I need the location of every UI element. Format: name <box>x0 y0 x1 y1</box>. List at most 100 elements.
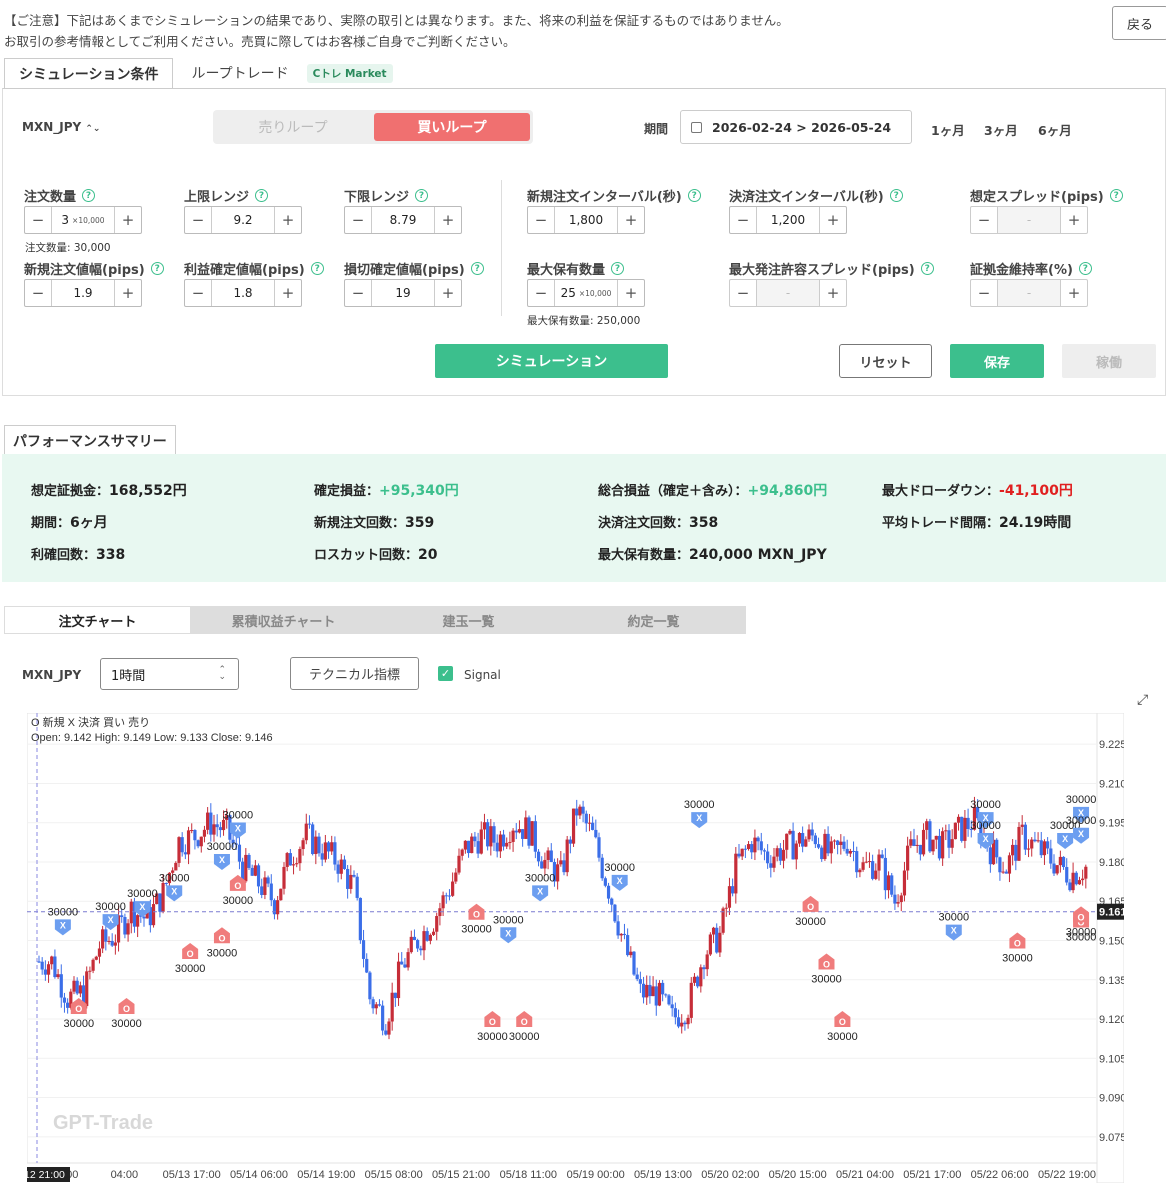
increment-button[interactable]: + <box>1061 207 1087 233</box>
timeframe-select[interactable]: 1時間 ⌃ ⌄ <box>100 658 239 690</box>
back-button[interactable]: 戻る <box>1112 6 1166 40</box>
decrement-button[interactable]: − <box>971 280 997 306</box>
tab-simulation-conditions[interactable]: シミュレーション条件 <box>4 58 174 88</box>
signal-qty: 30000 <box>827 1031 858 1043</box>
signal-qty: 30000 <box>811 973 842 985</box>
candle-body <box>129 901 133 924</box>
tab-order-chart[interactable]: 注文チャート <box>4 606 191 634</box>
increment-button[interactable]: + <box>115 280 141 306</box>
order-qty-value[interactable]: 3 ×10,000 <box>51 207 115 233</box>
candle-body <box>912 839 916 846</box>
help-icon[interactable]: ? <box>82 189 96 202</box>
candle-body <box>282 866 286 889</box>
increment-button[interactable]: + <box>115 207 141 233</box>
increment-button[interactable]: + <box>435 280 461 306</box>
help-icon[interactable]: ? <box>889 189 903 202</box>
candle-body <box>91 959 95 971</box>
decrement-button[interactable]: − <box>25 207 51 233</box>
crosshair-time-label: 12 21:00 <box>27 1169 65 1181</box>
technical-indicators-button[interactable]: テクニカル指標 <box>290 657 419 690</box>
upper-range-value[interactable]: 9.2 <box>211 207 275 233</box>
help-icon[interactable]: ? <box>611 262 625 275</box>
save-button[interactable]: 保存 <box>950 344 1044 378</box>
increment-button[interactable]: + <box>820 207 846 233</box>
spread-label: 想定スプレッド(pips)? <box>970 186 1123 205</box>
candle-body <box>482 822 487 830</box>
decrement-button[interactable]: − <box>971 207 997 233</box>
decrement-button[interactable]: − <box>25 280 51 306</box>
new-interval-value[interactable]: 1,800 <box>554 207 618 233</box>
decrement-button[interactable]: − <box>185 207 211 233</box>
decrement-button[interactable]: − <box>528 280 554 306</box>
help-icon[interactable]: ? <box>920 262 934 275</box>
profit-width-value[interactable]: 1.8 <box>211 280 275 306</box>
order-qty-stepper: − 3 ×10,000 + <box>24 206 142 234</box>
increment-button[interactable]: + <box>275 280 301 306</box>
signal-kind: O <box>521 1017 528 1027</box>
candlestick-chart[interactable]: 9.2259.2109.1959.1809.1659.1509.1359.120… <box>22 712 1127 1184</box>
candle-body <box>762 850 767 852</box>
help-icon[interactable]: ? <box>1078 262 1092 275</box>
candle-body <box>896 902 900 904</box>
tab-positions[interactable]: 建玉一覧 <box>376 606 561 634</box>
max-hold-value[interactable]: 25 ×10,000 <box>554 280 618 306</box>
decrement-button[interactable]: − <box>730 207 756 233</box>
signal-kind: X <box>219 855 225 865</box>
increment-button[interactable]: + <box>1061 280 1087 306</box>
candle-body <box>244 854 248 882</box>
new-width-value[interactable]: 1.9 <box>51 280 115 306</box>
help-icon[interactable]: ? <box>687 189 701 202</box>
help-icon[interactable]: ? <box>470 262 484 275</box>
candle-body <box>174 862 178 871</box>
help-icon[interactable]: ? <box>310 262 324 275</box>
increment-button[interactable]: + <box>820 280 846 306</box>
help-icon[interactable]: ? <box>255 189 269 202</box>
sell-loop-button[interactable]: 売りループ <box>213 110 373 144</box>
candle-body <box>781 849 786 861</box>
candle-body <box>320 853 324 860</box>
order-chart[interactable]: 9.225 9.210 9.195 9.180 9.165 9.150 9.135 9.120… <box>22 712 1127 1184</box>
increment-button[interactable]: + <box>275 207 301 233</box>
expand-icon[interactable]: ⤢ <box>1137 692 1148 708</box>
pair-selector[interactable]: MXN_JPY ⌃⌄ <box>22 120 100 134</box>
close-interval-value[interactable]: 1,200 <box>756 207 820 233</box>
help-icon[interactable]: ? <box>1109 189 1123 202</box>
candle-body <box>333 842 337 865</box>
signal-kind: O <box>489 1017 496 1027</box>
decrement-button[interactable]: − <box>528 207 554 233</box>
date-range-picker[interactable]: 2026-02-24 > 2026-05-24 <box>680 110 912 144</box>
performance-summary-tab[interactable]: パフォーマンスサマリー <box>4 425 176 455</box>
tab-executions[interactable]: 約定一覧 <box>561 606 746 634</box>
help-icon[interactable]: ? <box>415 189 429 202</box>
decrement-button[interactable]: − <box>730 280 756 306</box>
run-button[interactable]: 稼働 <box>1062 344 1156 378</box>
signal-kind: O <box>473 910 480 920</box>
candle-body <box>785 833 789 850</box>
range-3m[interactable]: 3ヶ月 <box>984 120 1018 139</box>
increment-button[interactable]: + <box>618 280 644 306</box>
buy-loop-button[interactable]: 買いループ <box>374 113 530 141</box>
candle-body <box>1077 880 1082 885</box>
range-1m[interactable]: 1ヶ月 <box>931 120 965 139</box>
range-6m[interactable]: 6ヶ月 <box>1038 120 1072 139</box>
help-icon[interactable]: ? <box>150 262 164 275</box>
signal-checkbox[interactable]: ✓ <box>438 666 453 681</box>
lower-range-value[interactable]: 8.79 <box>371 207 435 233</box>
reset-button[interactable]: リセット <box>839 344 932 378</box>
increment-button[interactable]: + <box>618 207 644 233</box>
top-tabs: シミュレーション条件 ループトレード Cトレ Market <box>4 58 393 88</box>
candle-body <box>1030 839 1034 849</box>
candle-body <box>495 842 499 852</box>
tab-loop-trade[interactable]: ループトレード <box>173 63 306 83</box>
signal-kind: X <box>983 834 989 844</box>
candle-body <box>794 843 798 860</box>
decrement-button[interactable]: − <box>345 207 371 233</box>
stop-width-value[interactable]: 19 <box>371 280 435 306</box>
tab-cumulative-chart[interactable]: 累積収益チャート <box>191 606 376 634</box>
simulate-button[interactable]: シミュレーション <box>435 344 668 378</box>
increment-button[interactable]: + <box>435 207 461 233</box>
decrement-button[interactable]: − <box>185 280 211 306</box>
ctre-market-badge[interactable]: Cトレ Market <box>306 63 393 83</box>
decrement-button[interactable]: − <box>345 280 371 306</box>
candle-body <box>269 883 273 901</box>
